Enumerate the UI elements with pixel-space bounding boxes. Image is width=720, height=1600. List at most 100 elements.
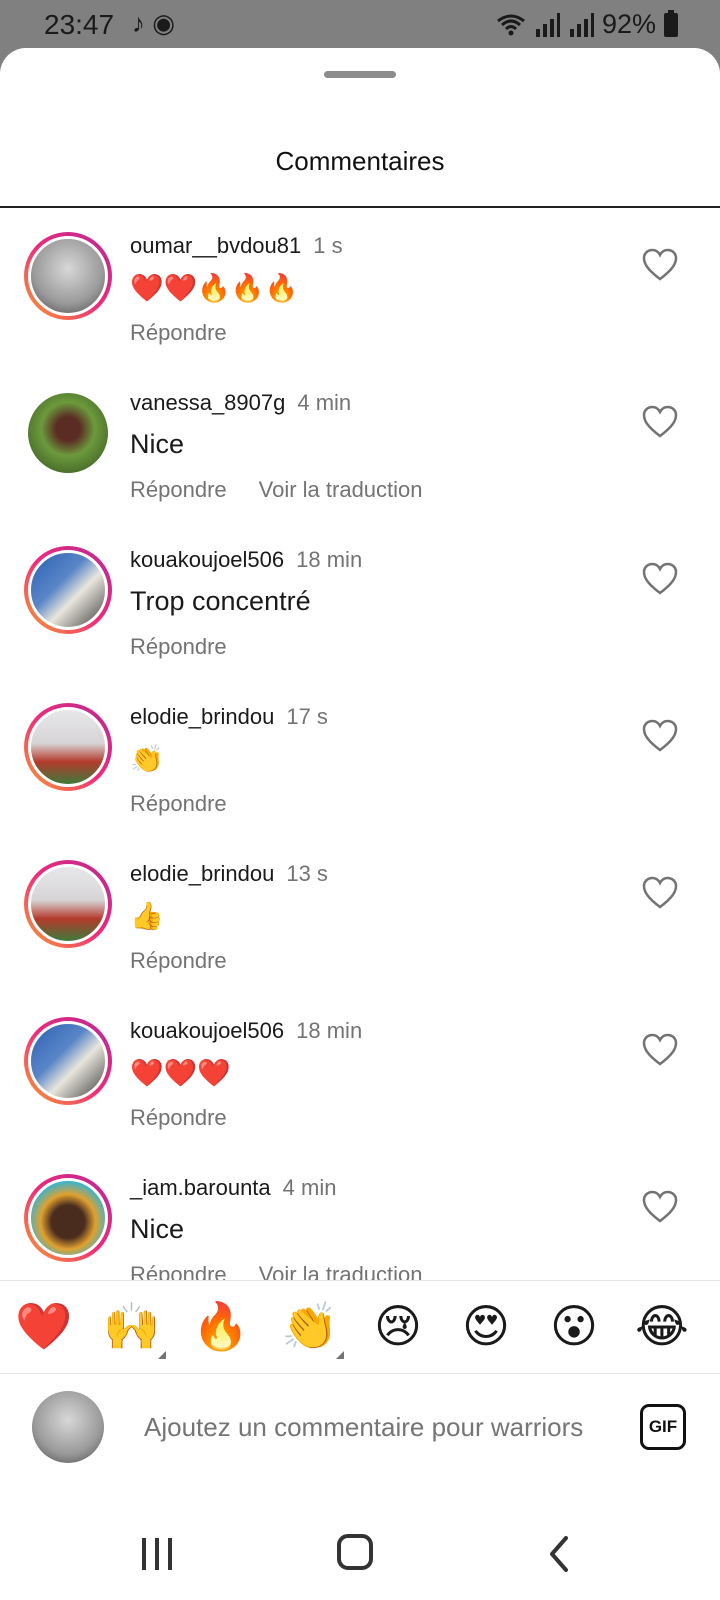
reaction-emoji[interactable]: 👏	[280, 1299, 344, 1359]
reaction-emoji[interactable]: ❤️	[14, 1299, 74, 1353]
comment-username[interactable]: elodie_brindou	[130, 704, 274, 729]
reaction-bar: ❤️ 🙌 🔥 👏 😢 😍 😮 😂	[0, 1280, 720, 1374]
comment-item: oumar__bvdou81 1 s ❤️❤️🔥🔥🔥 Répondre	[0, 208, 720, 365]
status-time: 23:47	[44, 9, 115, 40]
comment-username[interactable]: oumar__bvdou81	[130, 233, 301, 258]
avatar[interactable]	[24, 232, 112, 320]
more-variants-indicator	[336, 1351, 344, 1359]
reaction-emoji[interactable]: 😍	[456, 1299, 516, 1353]
reaction-emoji[interactable]: 🙌	[102, 1299, 166, 1359]
comment-header: vanessa_8907g 4 min	[130, 390, 351, 416]
avatar-image	[28, 707, 108, 787]
notification-icons: ♪ ◉	[132, 8, 175, 38]
reply-button[interactable]: Répondre	[130, 948, 227, 974]
recents-icon[interactable]	[140, 1538, 174, 1570]
comment-text: ❤️❤️🔥🔥🔥	[130, 273, 299, 303]
avatar-image	[28, 864, 108, 944]
reply-button[interactable]: Répondre	[130, 791, 227, 817]
drag-handle[interactable]	[324, 71, 396, 78]
battery-percent: 92%	[601, 9, 656, 39]
comment-username[interactable]: elodie_brindou	[130, 861, 274, 886]
comment-item: kouakoujoel506 18 min ❤️❤️❤️ Répondre	[0, 993, 720, 1150]
avatar-image	[28, 550, 108, 630]
comment-item: vanessa_8907g 4 min Nice Répondre Voir la tr…	[0, 365, 720, 522]
comment-actions: Répondre	[130, 948, 227, 974]
comment-header: _iam.barounta 4 min	[130, 1175, 336, 1201]
reply-button[interactable]: Répondre	[130, 477, 227, 503]
avatar[interactable]	[24, 703, 112, 791]
comment-username[interactable]: vanessa_8907g	[130, 390, 285, 415]
comment-header: elodie_brindou 13 s	[130, 861, 328, 887]
reaction-emoji[interactable]: 😂	[632, 1299, 692, 1353]
avatar[interactable]	[24, 1174, 112, 1262]
comment-username[interactable]: kouakoujoel506	[130, 1018, 284, 1043]
see-translation-button[interactable]: Voir la traduction	[259, 1262, 423, 1280]
comment-item: elodie_brindou 13 s 👍 Répondre	[0, 836, 720, 993]
heart-icon[interactable]	[640, 559, 680, 599]
comment-text: Trop concentré	[130, 586, 311, 616]
comment-time: 18 min	[296, 1018, 363, 1043]
comment-time: 18 min	[296, 547, 363, 572]
heart-icon[interactable]	[640, 873, 680, 913]
reply-button[interactable]: Répondre	[130, 634, 227, 660]
battery-icon	[664, 9, 678, 37]
signal-icon-2	[569, 12, 594, 37]
heart-icon[interactable]	[640, 402, 680, 442]
comment-header: kouakoujoel506 18 min	[130, 547, 362, 573]
heart-icon[interactable]	[640, 716, 680, 756]
see-translation-button[interactable]: Voir la traduction	[259, 477, 423, 503]
reply-button[interactable]: Répondre	[130, 1105, 227, 1131]
heart-icon[interactable]	[640, 1030, 680, 1070]
comment-username[interactable]: _iam.barounta	[130, 1175, 271, 1200]
avatar-image	[28, 1021, 108, 1101]
avatar-image	[28, 1178, 108, 1258]
navigation-bar	[0, 1480, 720, 1600]
comments-sheet: Commentaires oumar__bvdou81 1 s ❤️❤️🔥🔥🔥 Rép…	[0, 48, 720, 1600]
comment-header: elodie_brindou 17 s	[130, 704, 328, 730]
avatar[interactable]	[24, 546, 112, 634]
signal-icon	[535, 12, 560, 37]
comment-list[interactable]: oumar__bvdou81 1 s ❤️❤️🔥🔥🔥 Répondre vanessa_…	[0, 208, 720, 1280]
avatar[interactable]	[24, 389, 112, 477]
status-right-group: 92%	[496, 9, 678, 40]
heart-icon[interactable]	[640, 245, 680, 285]
comment-item: kouakoujoel506 18 min Trop concentré Répond…	[0, 522, 720, 679]
comment-actions: Répondre	[130, 1105, 227, 1131]
comment-time: 4 min	[297, 390, 352, 415]
comment-text: Nice	[130, 1214, 185, 1244]
comment-username[interactable]: kouakoujoel506	[130, 547, 284, 572]
comment-input[interactable]	[144, 1412, 608, 1443]
reply-button[interactable]: Répondre	[130, 320, 227, 346]
comment-time: 4 min	[282, 1175, 337, 1200]
heart-icon[interactable]	[640, 1187, 680, 1227]
comment-composer: GIF	[0, 1374, 720, 1480]
reaction-emoji[interactable]: 😮	[544, 1299, 604, 1353]
home-icon[interactable]	[337, 1534, 373, 1570]
comment-text: 👏	[130, 744, 164, 774]
back-icon[interactable]	[548, 1536, 570, 1572]
comment-text: ❤️❤️❤️	[130, 1058, 231, 1088]
comment-actions: Répondre	[130, 791, 227, 817]
comment-item: _iam.barounta 4 min Nice Répondre Voir la tr…	[0, 1150, 720, 1280]
avatar[interactable]	[24, 1017, 112, 1105]
comment-actions: Répondre Voir la traduction	[130, 1262, 423, 1280]
comment-header: kouakoujoel506 18 min	[130, 1018, 362, 1044]
avatar-image	[28, 236, 108, 316]
comment-header: oumar__bvdou81 1 s	[130, 233, 343, 259]
reaction-emoji[interactable]: 😢	[368, 1299, 428, 1353]
gif-button[interactable]: GIF	[640, 1404, 686, 1450]
reaction-emoji[interactable]: 🔥	[191, 1299, 251, 1353]
avatar[interactable]	[32, 1391, 104, 1463]
reply-button[interactable]: Répondre	[130, 1262, 227, 1280]
comment-time: 1 s	[313, 233, 343, 258]
comment-actions: Répondre	[130, 320, 227, 346]
comment-time: 17 s	[286, 704, 328, 729]
comment-actions: Répondre	[130, 634, 227, 660]
avatar[interactable]	[24, 860, 112, 948]
comment-item: elodie_brindou 17 s 👏 Répondre	[0, 679, 720, 836]
wifi-icon	[497, 14, 525, 35]
status-bar: 23:47 ♪ ◉ 92%	[0, 0, 720, 48]
avatar-image	[28, 393, 108, 473]
comment-actions: Répondre Voir la traduction	[130, 477, 423, 503]
comment-text: 👍	[130, 901, 164, 931]
